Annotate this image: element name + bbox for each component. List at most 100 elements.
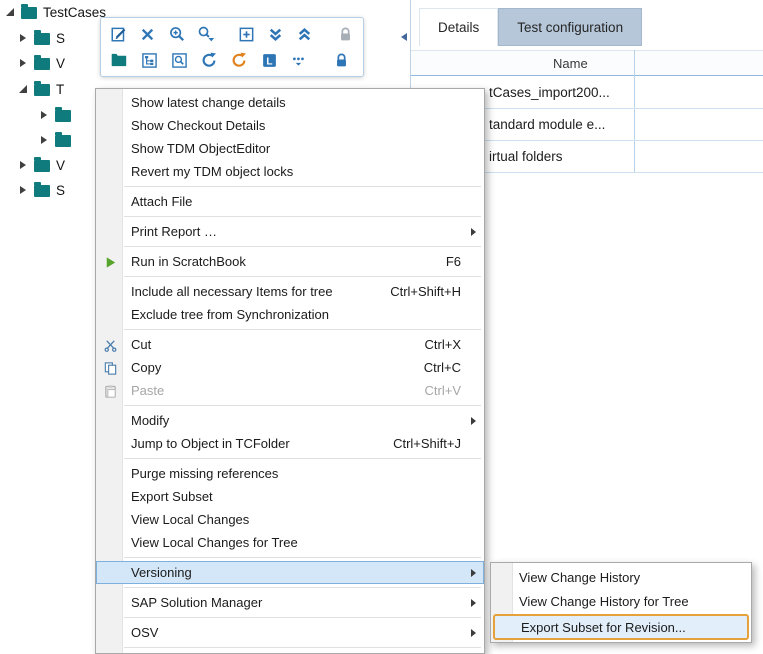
tree-item[interactable]: V <box>17 52 65 74</box>
lock-disabled-icon[interactable] <box>335 23 356 45</box>
folder-icon <box>21 7 37 19</box>
tree-item-root[interactable]: TestCases <box>4 1 106 23</box>
collapsed-arrow-icon[interactable] <box>17 161 28 169</box>
tab-test-configuration[interactable]: Test configuration <box>498 8 642 46</box>
menu-item-shortcut: Ctrl+V <box>425 383 461 398</box>
collapse-all-icon[interactable] <box>294 23 315 45</box>
table-header[interactable]: Name <box>411 50 763 76</box>
menu-item-export-subset[interactable]: Export Subset <box>96 485 484 508</box>
menu-item-shortcut: Ctrl+X <box>425 337 461 352</box>
l-badge-icon[interactable]: L <box>258 49 280 71</box>
menu-item-attach-file[interactable]: Attach File <box>96 190 484 213</box>
menu-item-label: Paste <box>131 383 164 398</box>
menu-separator <box>96 614 484 621</box>
menu-separator <box>96 326 484 333</box>
menu-item-sap-solution-manager[interactable]: SAP Solution Manager <box>96 591 484 614</box>
menu-item-shortcut: Ctrl+C <box>424 360 461 375</box>
menu-item-modify[interactable]: Modify <box>96 409 484 432</box>
folder-icon <box>34 84 50 96</box>
delete-x-icon[interactable] <box>137 23 158 45</box>
menu-item-label: Include all necessary Items for tree <box>131 284 333 299</box>
menu-item-show-checkout-details[interactable]: Show Checkout Details <box>96 114 484 137</box>
menu-separator <box>96 554 484 561</box>
tree-item[interactable]: S <box>17 179 65 201</box>
new-folder-icon[interactable] <box>108 49 130 71</box>
toolbar-row-1 <box>108 21 356 47</box>
lock-icon[interactable] <box>330 49 352 71</box>
tab-details[interactable]: Details <box>419 8 498 46</box>
expand-all-icon[interactable] <box>265 23 286 45</box>
tree-item-selected[interactable]: T <box>17 78 64 100</box>
context-menu: Show latest change details Show Checkout… <box>95 88 485 654</box>
tree-item[interactable]: S <box>17 27 65 49</box>
zoom-in-icon[interactable] <box>166 23 187 45</box>
search-box-icon[interactable] <box>168 49 190 71</box>
expanded-arrow-icon[interactable] <box>4 8 15 16</box>
expanded-arrow-icon[interactable] <box>17 85 28 93</box>
submenu-item-export-subset-for-revision[interactable]: Export Subset for Revision... <box>493 614 749 640</box>
collapse-panel-button[interactable] <box>399 28 409 46</box>
menu-separator <box>96 455 484 462</box>
submenu-arrow-icon <box>471 228 476 236</box>
menu-item-purge-missing-references[interactable]: Purge missing references <box>96 462 484 485</box>
menu-separator <box>96 402 484 409</box>
menu-item-label: View Change History for Tree <box>519 594 689 609</box>
menu-separator <box>96 584 484 591</box>
menu-separator <box>96 644 484 651</box>
svg-text:L: L <box>266 56 272 67</box>
menu-item-label: Export Subset <box>131 489 213 504</box>
submenu-arrow-icon <box>471 417 476 425</box>
add-box-icon[interactable] <box>236 23 257 45</box>
folder-icon <box>55 110 71 122</box>
menu-item-revert-tdm-locks[interactable]: Revert my TDM object locks <box>96 160 484 183</box>
submenu-item-view-change-history-for-tree[interactable]: View Change History for Tree <box>491 589 751 613</box>
left-arrow-icon <box>401 33 407 41</box>
paste-icon <box>102 383 119 400</box>
tree-item[interactable] <box>38 104 77 126</box>
menu-item-copy[interactable]: Copy Ctrl+C <box>96 356 484 379</box>
tree-item-label: S <box>56 31 65 46</box>
menu-item-jump-to-object-in-tcfolder[interactable]: Jump to Object in TCFolder Ctrl+Shift+J <box>96 432 484 455</box>
menu-item-cut[interactable]: Cut Ctrl+X <box>96 333 484 356</box>
menu-item-label: Show latest change details <box>131 95 286 110</box>
menu-item-osv[interactable]: OSV <box>96 621 484 644</box>
menu-item-view-local-changes-for-tree[interactable]: View Local Changes for Tree <box>96 531 484 554</box>
menu-item-label: Show Checkout Details <box>131 118 265 133</box>
menu-item-run-in-scratchbook[interactable]: Run in ScratchBook F6 <box>96 250 484 273</box>
menu-separator <box>96 213 484 220</box>
menu-item-exclude-tree-from-sync[interactable]: Exclude tree from Synchronization <box>96 303 484 326</box>
menu-item-label: Jump to Object in TCFolder <box>131 436 290 451</box>
menu-item-show-latest-change-details[interactable]: Show latest change details <box>96 91 484 114</box>
tree-item[interactable]: V <box>17 154 65 176</box>
collapsed-arrow-icon[interactable] <box>17 186 28 194</box>
tree-item[interactable] <box>38 129 77 151</box>
menu-item-label: Versioning <box>131 565 192 580</box>
collapsed-arrow-icon[interactable] <box>17 59 28 67</box>
menu-item-versioning[interactable]: Versioning <box>96 561 484 584</box>
menu-item-label: Exclude tree from Synchronization <box>131 307 329 322</box>
tree-view-icon[interactable] <box>138 49 160 71</box>
collapsed-arrow-icon[interactable] <box>38 111 49 119</box>
menu-item-view-local-changes[interactable]: View Local Changes <box>96 508 484 531</box>
edit-icon[interactable] <box>108 23 129 45</box>
menu-item-show-tdm-objecteditor[interactable]: Show TDM ObjectEditor <box>96 137 484 160</box>
menu-item-print-report[interactable]: Print Report … <box>96 220 484 243</box>
submenu-arrow-icon <box>471 599 476 607</box>
collapsed-arrow-icon[interactable] <box>17 34 28 42</box>
menu-item-include-all-necessary-items[interactable]: Include all necessary Items for tree Ctr… <box>96 280 484 303</box>
collapsed-arrow-icon[interactable] <box>38 136 49 144</box>
menu-item-label: Attach File <box>131 194 192 209</box>
folder-icon <box>55 135 71 147</box>
update-all-icon[interactable] <box>228 49 250 71</box>
zoom-menu-icon[interactable] <box>195 23 216 45</box>
more-menu-icon[interactable] <box>288 49 310 71</box>
menu-item-label: Print Report … <box>131 224 217 239</box>
submenu-item-view-change-history[interactable]: View Change History <box>491 565 751 589</box>
tree-item-label: T <box>56 82 64 97</box>
menu-item-label: View Change History <box>519 570 640 585</box>
menu-item-paste[interactable]: Paste Ctrl+V <box>96 379 484 402</box>
folder-icon <box>34 58 50 70</box>
floating-toolbar: L <box>100 17 364 77</box>
scissors-icon <box>102 337 119 354</box>
refresh-icon[interactable] <box>198 49 220 71</box>
